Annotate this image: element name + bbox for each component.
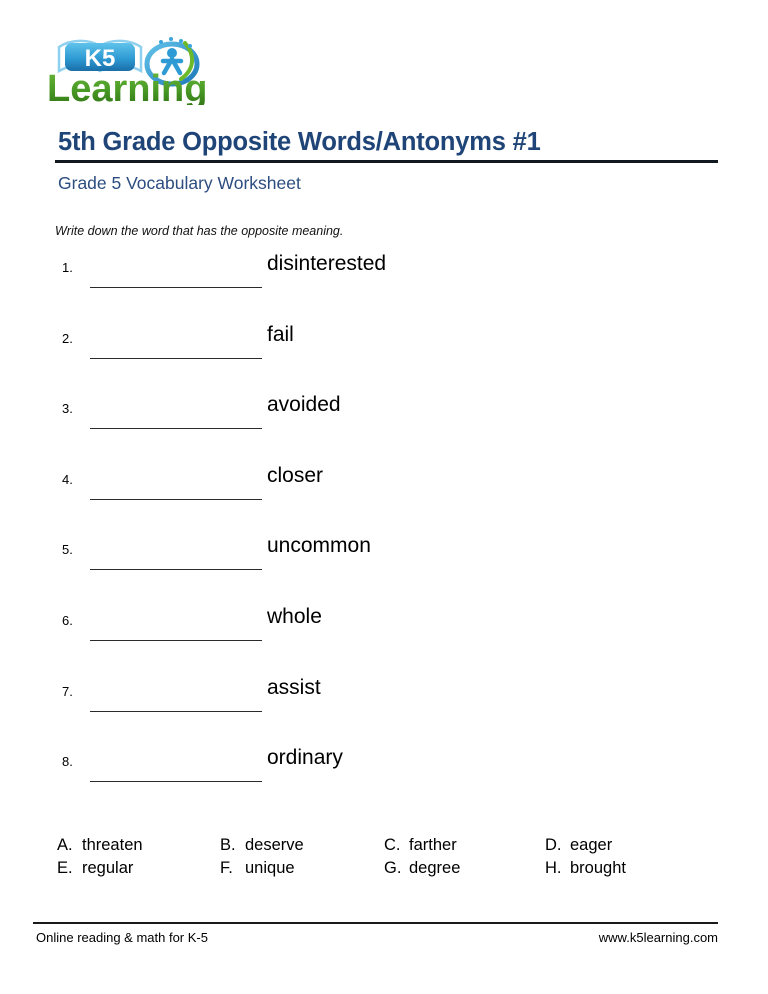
question-row: 3. avoided — [0, 393, 768, 464]
answer-blank-3[interactable] — [90, 428, 262, 430]
option-word: threaten — [82, 836, 143, 854]
instructions-text: Write down the word that has the opposit… — [55, 224, 344, 238]
option-letter: E. — [57, 859, 73, 877]
option-letter: A. — [57, 836, 73, 854]
answer-bank-row: A. threaten B. deserve C. farther D. eager — [0, 836, 768, 859]
page-subtitle: Grade 5 Vocabulary Worksheet — [58, 173, 301, 193]
option-letter: C. — [384, 836, 401, 854]
answer-blank-7[interactable] — [90, 710, 262, 712]
answer-option-g[interactable]: G. degree — [384, 859, 460, 878]
question-number: 7. — [62, 683, 73, 699]
question-number: 4. — [62, 471, 73, 487]
answer-option-a[interactable]: A. threaten — [57, 836, 143, 855]
question-number: 8. — [62, 754, 73, 770]
answer-option-b[interactable]: B. deserve — [220, 836, 304, 855]
option-letter: F. — [220, 859, 233, 877]
footer-tagline: Online reading & math for K-5 — [36, 930, 208, 945]
k5-learning-logo: K5 Learning — [45, 33, 235, 105]
option-word: regular — [82, 859, 134, 877]
answer-bank: A. threaten B. deserve C. farther D. eager E… — [0, 836, 768, 882]
question-row: 1. disinterested — [0, 252, 768, 323]
question-number: 1. — [62, 260, 73, 275]
answer-blank-4[interactable] — [90, 498, 262, 500]
questions-list: 1. disinterested 2. fail 3. avoided 4. c… — [0, 252, 768, 817]
answer-option-h[interactable]: H. brought — [545, 859, 626, 878]
question-number: 3. — [62, 401, 73, 417]
question-word: ordinary — [267, 746, 343, 770]
answer-blank-5[interactable] — [90, 569, 262, 571]
option-letter: D. — [545, 836, 562, 854]
question-word: uncommon — [267, 534, 371, 558]
question-row: 7. assist — [0, 676, 768, 747]
question-number: 6. — [62, 612, 73, 628]
question-word: avoided — [267, 393, 341, 417]
option-word: unique — [245, 859, 295, 877]
option-word: degree — [409, 859, 461, 877]
question-row: 4. closer — [0, 464, 768, 535]
page-title: 5th Grade Opposite Words/Antonyms #1 — [58, 128, 541, 156]
answer-blank-1[interactable] — [90, 287, 262, 288]
option-word: eager — [570, 836, 613, 854]
answer-blank-6[interactable] — [90, 639, 262, 641]
question-word: assist — [267, 675, 321, 699]
answer-bank-row: E. regular F. unique G. degree H. brought — [0, 859, 768, 882]
question-word: disinterested — [267, 252, 387, 275]
option-letter: H. — [545, 859, 562, 877]
question-word: whole — [267, 604, 322, 628]
title-divider — [55, 160, 718, 163]
question-row: 2. fail — [0, 323, 768, 394]
answer-option-e[interactable]: E. regular — [57, 859, 133, 878]
option-letter: G. — [384, 859, 402, 877]
question-word: fail — [267, 322, 294, 346]
question-row: 6. whole — [0, 605, 768, 676]
question-word: closer — [267, 463, 324, 487]
answer-option-c[interactable]: C. farther — [384, 836, 457, 855]
logo-wordmark: Learning — [47, 68, 207, 105]
option-letter: B. — [220, 836, 236, 854]
option-word: brought — [570, 859, 626, 877]
answer-option-d[interactable]: D. eager — [545, 836, 612, 855]
footer-divider — [33, 922, 718, 924]
option-word: deserve — [245, 836, 304, 854]
question-number: 5. — [62, 542, 73, 558]
question-row: 5. uncommon — [0, 534, 768, 605]
question-number: 2. — [62, 330, 73, 346]
question-row: 8. ordinary — [0, 746, 768, 817]
worksheet-page: K5 Learning 5th Grade Opposite Words/Ant… — [0, 0, 768, 994]
answer-option-f[interactable]: F. unique — [220, 859, 295, 878]
option-word: farther — [409, 836, 457, 854]
answer-blank-8[interactable] — [90, 781, 262, 783]
answer-blank-2[interactable] — [90, 357, 262, 359]
footer-website-link[interactable]: www.k5learning.com — [599, 930, 718, 945]
